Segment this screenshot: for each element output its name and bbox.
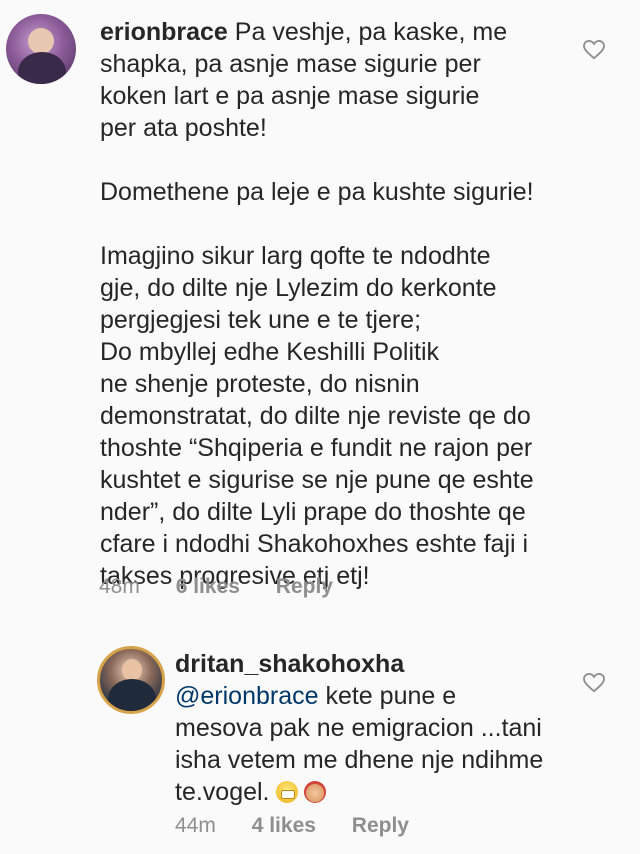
reply-button[interactable]: Reply bbox=[352, 814, 409, 837]
heart-outline-icon[interactable] bbox=[583, 40, 605, 60]
avatar[interactable] bbox=[97, 646, 165, 714]
likes-count[interactable]: 6 likes bbox=[176, 575, 240, 598]
comment-time: 44m bbox=[175, 814, 216, 837]
firefighter-emoji bbox=[303, 781, 326, 803]
comment-meta: 48m 6 likes Reply bbox=[99, 575, 363, 599]
grimacing-face-emoji bbox=[275, 781, 298, 803]
avatar[interactable] bbox=[6, 14, 76, 84]
mention-link[interactable]: @erionbrace bbox=[175, 682, 319, 710]
comment-body: dritan_shakohoxha @erionbrace kete pune … bbox=[175, 648, 570, 808]
comment-text: Pa veshje, pa kaske, me shapka, pa asnje… bbox=[100, 18, 534, 590]
heart-outline-icon[interactable] bbox=[583, 673, 605, 693]
comment-username[interactable]: erionbrace bbox=[100, 18, 228, 46]
comment-body: erionbrace Pa veshje, pa kaske, me shapk… bbox=[100, 16, 560, 592]
likes-count[interactable]: 4 likes bbox=[252, 814, 316, 837]
comment-time: 48m bbox=[99, 575, 140, 598]
comment-username[interactable]: dritan_shakohoxha bbox=[175, 650, 404, 678]
reply-button[interactable]: Reply bbox=[276, 575, 333, 598]
comment-meta: 44m 4 likes Reply bbox=[175, 814, 439, 838]
